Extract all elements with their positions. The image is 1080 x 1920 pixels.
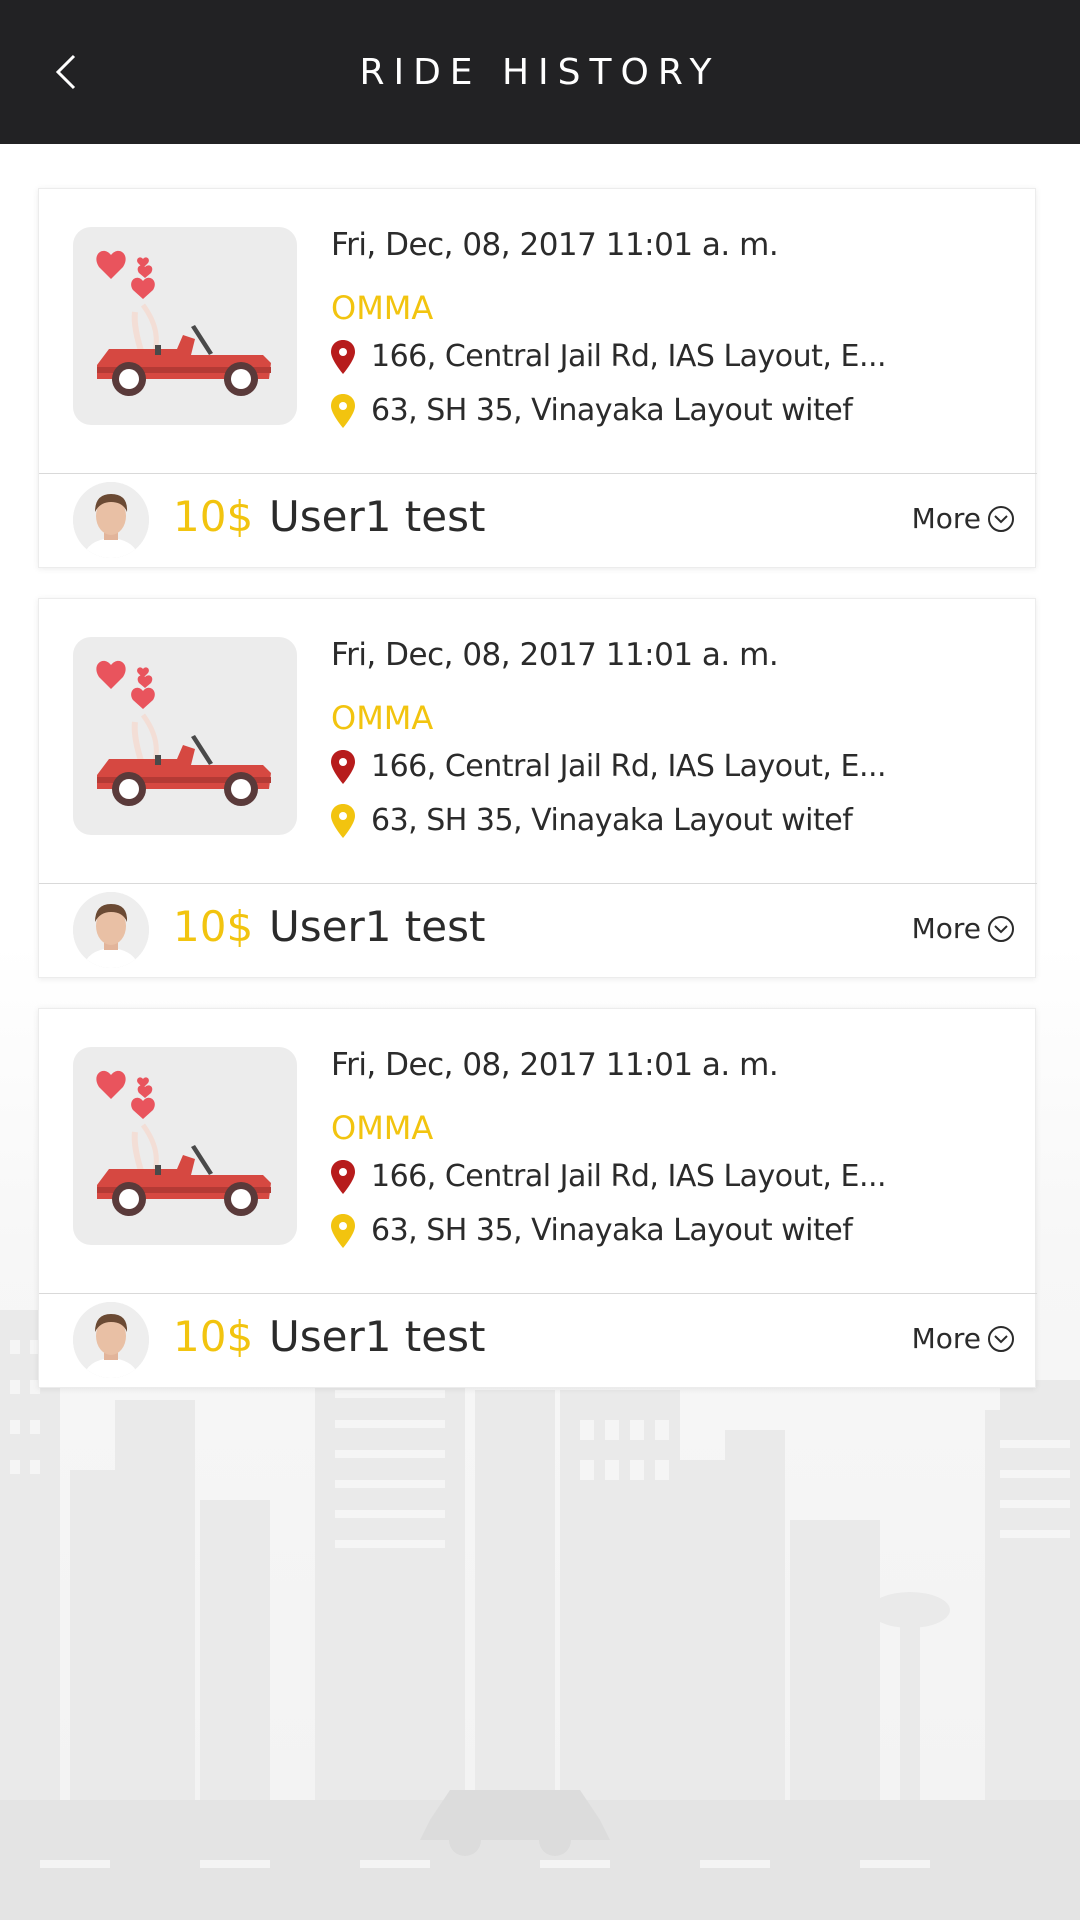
ride-card[interactable]: Fri, Dec, 08, 2017 11:01 a. m. OMMA 166,… (38, 598, 1037, 979)
avatar (73, 1302, 149, 1378)
avatar (73, 482, 149, 558)
more-button[interactable]: More (912, 1322, 1015, 1355)
ride-date: Fri, Dec, 08, 2017 11:01 a. m. (331, 1047, 779, 1083)
ride-price: 10$ (173, 1312, 254, 1361)
avatar (73, 892, 149, 968)
driver-name: OMMA (331, 1109, 434, 1147)
chevron-down-circle-icon (988, 1325, 1014, 1352)
more-button[interactable]: More (912, 502, 1015, 535)
map-pin-red-icon (331, 339, 355, 374)
pickup-address: 166, Central Jail Rd, IAS Layout, E... (371, 1159, 887, 1194)
map-pin-yellow-icon (331, 803, 355, 838)
map-pin-red-icon (331, 1159, 355, 1194)
map-pin-red-icon (331, 749, 355, 784)
map-pin-yellow-icon (331, 1213, 355, 1248)
user-name: User1 test (269, 1312, 486, 1361)
ride-card[interactable]: Fri, Dec, 08, 2017 11:01 a. m. OMMA 166,… (38, 1008, 1037, 1389)
chevron-left-icon (55, 54, 76, 90)
drop-location: 63, SH 35, Vinayaka Layout witef (331, 393, 853, 428)
car-with-hearts-icon (96, 1070, 271, 1216)
ride-card[interactable]: Fri, Dec, 08, 2017 11:01 a. m. OMMA 166,… (38, 188, 1037, 569)
car-with-hearts-icon (96, 660, 271, 806)
card-footer: 10$ User1 test More (39, 474, 1037, 569)
ride-thumbnail (73, 637, 297, 835)
drop-address: 63, SH 35, Vinayaka Layout witef (371, 393, 853, 428)
driver-name: OMMA (331, 289, 434, 327)
more-label: More (911, 912, 981, 945)
user-name: User1 test (269, 492, 486, 541)
pickup-address: 166, Central Jail Rd, IAS Layout, E... (371, 749, 887, 784)
ride-thumbnail (73, 1047, 297, 1245)
ride-thumbnail (73, 227, 297, 425)
pickup-address: 166, Central Jail Rd, IAS Layout, E... (371, 339, 887, 374)
user-portrait-icon (73, 892, 149, 968)
ride-date: Fri, Dec, 08, 2017 11:01 a. m. (331, 637, 779, 673)
drop-location: 63, SH 35, Vinayaka Layout witef (331, 803, 853, 838)
user-portrait-icon (73, 1302, 149, 1378)
car-with-hearts-icon (96, 250, 271, 396)
chevron-down-circle-icon (988, 505, 1014, 532)
drop-location: 63, SH 35, Vinayaka Layout witef (331, 1213, 853, 1248)
ride-price: 10$ (173, 902, 254, 951)
top-app-bar: RIDE HISTORY (0, 0, 1080, 144)
card-footer: 10$ User1 test More (39, 1294, 1037, 1389)
more-label: More (911, 1322, 981, 1355)
map-pin-yellow-icon (331, 393, 355, 428)
drop-address: 63, SH 35, Vinayaka Layout witef (371, 803, 853, 838)
ride-date: Fri, Dec, 08, 2017 11:01 a. m. (331, 227, 779, 263)
driver-name: OMMA (331, 699, 434, 737)
drop-address: 63, SH 35, Vinayaka Layout witef (371, 1213, 853, 1248)
back-button[interactable] (46, 48, 86, 96)
user-portrait-icon (73, 482, 149, 558)
pickup-location: 166, Central Jail Rd, IAS Layout, E... (331, 749, 887, 784)
ride-price: 10$ (173, 492, 254, 541)
pickup-location: 166, Central Jail Rd, IAS Layout, E... (331, 1159, 887, 1194)
user-name: User1 test (269, 902, 486, 951)
more-label: More (911, 502, 981, 535)
chevron-down-circle-icon (988, 915, 1014, 942)
card-footer: 10$ User1 test More (39, 884, 1037, 979)
more-button[interactable]: More (912, 912, 1015, 945)
page-title: RIDE HISTORY (359, 51, 721, 93)
pickup-location: 166, Central Jail Rd, IAS Layout, E... (331, 339, 887, 374)
